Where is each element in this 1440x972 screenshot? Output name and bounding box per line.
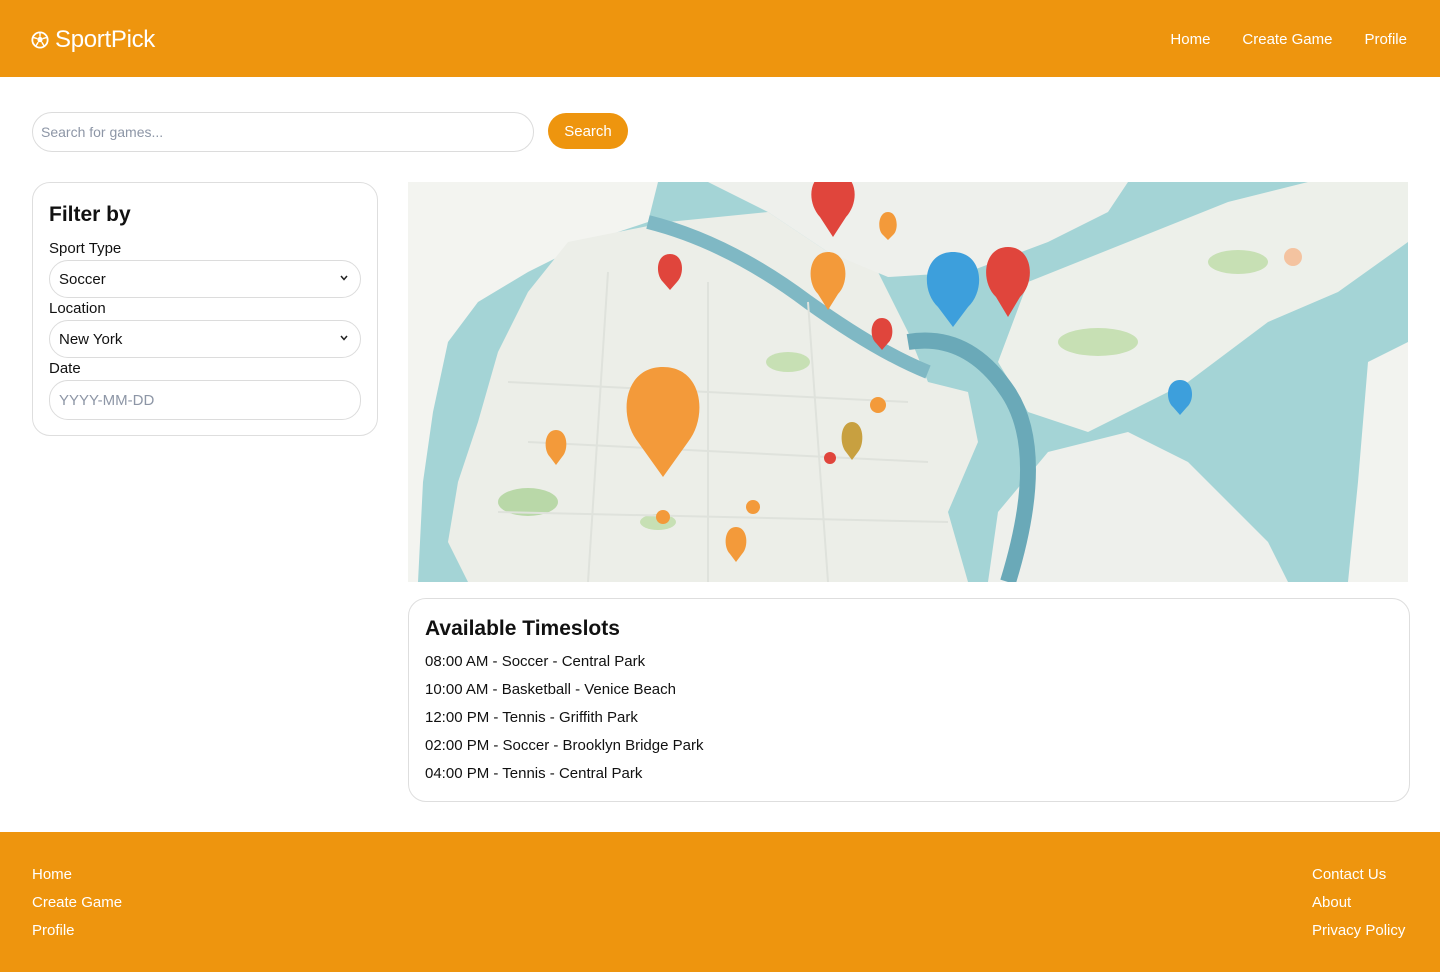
brand[interactable]: SportPick (31, 26, 155, 54)
footer-about-link[interactable]: About (1312, 894, 1405, 922)
map-image (408, 182, 1408, 582)
timeslot-item[interactable]: 02:00 PM - Soccer - Brooklyn Bridge Park (425, 737, 703, 765)
date-input[interactable] (49, 380, 361, 420)
sport-type-select[interactable]: Soccer (49, 260, 361, 298)
footer-nav-right: Contact Us About Privacy Policy (1312, 866, 1405, 950)
filter-panel: Filter by Sport Type Soccer Location New… (32, 182, 378, 436)
footer-home-link[interactable]: Home (32, 866, 122, 894)
filter-title: Filter by (49, 203, 131, 226)
search-button[interactable]: Search (548, 113, 628, 149)
top-nav: Home Create Game Profile (1138, 31, 1407, 48)
soccer-ball-icon (31, 31, 49, 49)
timeslots-list: 08:00 AM - Soccer - Central Park 10:00 A… (425, 653, 703, 793)
brand-name: SportPick (55, 26, 156, 53)
footer-profile-link[interactable]: Profile (32, 922, 122, 950)
location-select[interactable]: New York (49, 320, 361, 358)
timeslots-title: Available Timeslots (425, 617, 620, 640)
chevron-down-icon (340, 335, 348, 341)
chevron-down-icon (340, 275, 348, 281)
sport-type-label: Sport Type (49, 240, 122, 257)
location-value: New York (59, 330, 123, 348)
page-footer: Home Create Game Profile Contact Us Abou… (0, 832, 1440, 972)
timeslot-item[interactable]: 10:00 AM - Basketball - Venice Beach (425, 681, 703, 709)
top-header: SportPick Home Create Game Profile (0, 0, 1440, 77)
search-input[interactable] (32, 112, 534, 152)
date-label: Date (49, 360, 81, 377)
footer-privacy-link[interactable]: Privacy Policy (1312, 922, 1405, 950)
footer-contact-link[interactable]: Contact Us (1312, 866, 1405, 894)
footer-nav-left: Home Create Game Profile (32, 866, 122, 950)
nav-profile-link[interactable]: Profile (1364, 31, 1407, 48)
timeslots-panel: Available Timeslots 08:00 AM - Soccer - … (408, 598, 1410, 802)
nav-home-link[interactable]: Home (1170, 31, 1210, 48)
timeslot-item[interactable]: 04:00 PM - Tennis - Central Park (425, 765, 703, 793)
nav-create-game-link[interactable]: Create Game (1242, 31, 1332, 48)
games-map[interactable] (408, 182, 1408, 582)
footer-create-game-link[interactable]: Create Game (32, 894, 122, 922)
timeslot-item[interactable]: 08:00 AM - Soccer - Central Park (425, 653, 703, 681)
timeslot-item[interactable]: 12:00 PM - Tennis - Griffith Park (425, 709, 703, 737)
location-label: Location (49, 300, 106, 317)
sport-type-value: Soccer (59, 270, 106, 288)
